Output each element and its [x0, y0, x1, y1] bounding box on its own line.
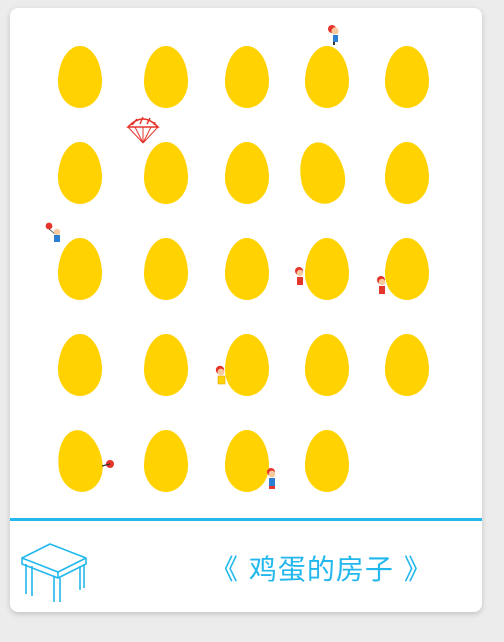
egg-r3-c2[interactable] — [144, 238, 188, 300]
egg-r2-c2[interactable] — [144, 142, 188, 204]
egg-r4-c1[interactable] — [58, 334, 102, 396]
egg-r4-c5[interactable] — [385, 334, 429, 396]
egg-r5-c4[interactable] — [305, 430, 349, 492]
egg-r3-c5[interactable] — [385, 238, 429, 300]
table-icon — [21, 543, 87, 602]
child-figure-icon-peek-2 — [377, 276, 386, 294]
egg-r4-c4[interactable] — [305, 334, 349, 396]
divider-line — [10, 518, 482, 521]
child-figure-icon-peek-5 — [267, 468, 276, 489]
egg-house-card: 《 鸡蛋的房子 》 — [10, 8, 482, 612]
egg-r1-c4[interactable] — [305, 46, 349, 108]
child-figure-icon-peek-3 — [215, 365, 226, 385]
parachute-icon — [126, 116, 160, 144]
egg-r4-c2[interactable] — [144, 334, 188, 396]
child-figure-icon-top — [328, 25, 339, 45]
child-figure-icon-peek-1 — [295, 267, 304, 285]
egg-r3-c3[interactable] — [225, 238, 269, 300]
egg-r1-c3[interactable] — [225, 46, 269, 108]
egg-r2-c3[interactable] — [225, 142, 269, 204]
egg-r1-c2[interactable] — [144, 46, 188, 108]
egg-r4-c3[interactable] — [225, 334, 269, 396]
egg-r2-c4[interactable] — [294, 138, 350, 208]
egg-r3-c4[interactable] — [305, 238, 349, 300]
egg-r2-c1[interactable] — [58, 142, 102, 204]
egg-r1-c5[interactable] — [385, 46, 429, 108]
child-figure-icon-peek-4 — [101, 460, 114, 468]
egg-r1-c1[interactable] — [58, 46, 102, 108]
page-title: 《 鸡蛋的房子 》 — [210, 553, 433, 586]
egg-r5-c2[interactable] — [144, 430, 188, 492]
child-figure-icon-balloon — [45, 222, 61, 242]
egg-r2-c5[interactable] — [385, 142, 429, 204]
egg-r3-c1[interactable] — [58, 238, 102, 300]
